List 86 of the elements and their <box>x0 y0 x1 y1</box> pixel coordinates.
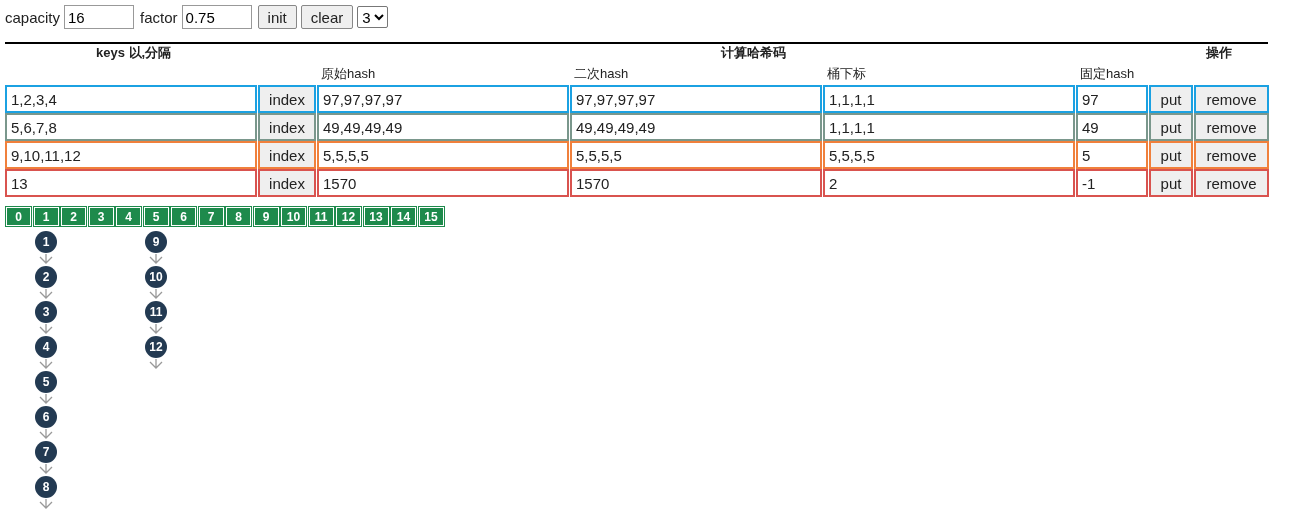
put-button[interactable]: put <box>1149 141 1193 169</box>
down-arrow-icon <box>39 464 53 474</box>
chain-node: 12 <box>145 336 167 358</box>
bucket-cell: 11 <box>308 207 334 226</box>
bucket-index-field[interactable]: 5,5,5,5 <box>823 141 1075 169</box>
fixed-hash-field[interactable]: 49 <box>1076 113 1148 141</box>
keys-field[interactable]: 5,6,7,8 <box>5 113 257 141</box>
fixed-hash-field[interactable]: 5 <box>1076 141 1148 169</box>
hash-field[interactable]: 49,49,49,49 <box>317 113 569 141</box>
chain-node: 1 <box>35 231 57 253</box>
count-dropdown[interactable]: 3 <box>357 6 389 28</box>
down-arrow-icon <box>39 289 53 299</box>
init-button[interactable]: init <box>257 5 297 29</box>
clear-button[interactable]: clear <box>300 5 354 29</box>
put-button[interactable]: put <box>1149 113 1193 141</box>
chain-node: 7 <box>35 441 57 463</box>
hash2-field[interactable]: 97,97,97,97 <box>570 85 822 113</box>
chain-node: 9 <box>145 231 167 253</box>
hash-field[interactable]: 5,5,5,5 <box>317 141 569 169</box>
column-subheader: 原始hash <box>320 65 377 83</box>
chain-node: 11 <box>145 301 167 323</box>
bucket-cell: 1 <box>33 207 59 226</box>
bucket-cell: 4 <box>116 207 141 226</box>
hash2-field[interactable]: 49,49,49,49 <box>570 113 822 141</box>
bucket-cell: 6 <box>171 207 196 226</box>
bucket-cell: 3 <box>88 207 114 226</box>
index-button[interactable]: index <box>258 169 316 197</box>
hash-field[interactable]: 1570 <box>317 169 569 197</box>
hash-field[interactable]: 97,97,97,97 <box>317 85 569 113</box>
bucket-cell: 0 <box>6 207 31 226</box>
down-arrow-icon <box>149 289 163 299</box>
remove-button[interactable]: remove <box>1194 113 1269 141</box>
chain-node: 10 <box>145 266 167 288</box>
capacity-label: capacity <box>5 8 61 26</box>
column-header: 操作 <box>1204 44 1233 62</box>
bucket-cell: 10 <box>281 207 306 226</box>
chain-node: 2 <box>35 266 57 288</box>
keys-field[interactable]: 13 <box>5 169 257 197</box>
chain-node: 6 <box>35 406 57 428</box>
bucket-cell: 15 <box>418 207 444 226</box>
index-button[interactable]: index <box>258 113 316 141</box>
column-subheader: 二次hash <box>573 65 630 83</box>
chain-node: 4 <box>35 336 57 358</box>
down-arrow-icon <box>149 359 163 369</box>
bucket-index-field[interactable]: 1,1,1,1 <box>823 113 1075 141</box>
put-button[interactable]: put <box>1149 85 1193 113</box>
bucket-index-field[interactable]: 1,1,1,1 <box>823 85 1075 113</box>
keys-field[interactable]: 9,10,11,12 <box>5 141 257 169</box>
bucket-cell: 12 <box>336 207 361 226</box>
column-subheader: 固定hash <box>1079 65 1136 83</box>
bucket-index-field[interactable]: 2 <box>823 169 1075 197</box>
column-header: keys 以,分隔 <box>95 44 173 62</box>
bucket-cell: 14 <box>391 207 416 226</box>
column-subheader: 桶下标 <box>826 65 867 83</box>
down-arrow-icon <box>39 499 53 509</box>
keys-field[interactable]: 1,2,3,4 <box>5 85 257 113</box>
bucket-cell: 7 <box>198 207 224 226</box>
chain-node: 8 <box>35 476 57 498</box>
down-arrow-icon <box>149 324 163 334</box>
chain-node: 3 <box>35 301 57 323</box>
down-arrow-icon <box>149 254 163 264</box>
bucket-cell: 2 <box>61 207 86 226</box>
bucket-cell: 13 <box>363 207 389 226</box>
column-header: 计算哈希码 <box>720 44 788 62</box>
down-arrow-icon <box>39 394 53 404</box>
index-button[interactable]: index <box>258 85 316 113</box>
fixed-hash-field[interactable]: 97 <box>1076 85 1148 113</box>
remove-button[interactable]: remove <box>1194 141 1269 169</box>
bucket-cell: 8 <box>226 207 251 226</box>
remove-button[interactable]: remove <box>1194 169 1269 197</box>
bucket-cell: 5 <box>143 207 169 226</box>
fixed-hash-field[interactable]: -1 <box>1076 169 1148 197</box>
factor-label: factor <box>140 8 178 26</box>
put-button[interactable]: put <box>1149 169 1193 197</box>
capacity-field[interactable]: 16 <box>64 5 135 29</box>
remove-button[interactable]: remove <box>1194 85 1269 113</box>
hash2-field[interactable]: 5,5,5,5 <box>570 141 822 169</box>
bucket-cell: 9 <box>253 207 279 226</box>
factor-field[interactable]: 0.75 <box>181 5 252 29</box>
index-button[interactable]: index <box>258 141 316 169</box>
hash2-field[interactable]: 1570 <box>570 169 822 197</box>
down-arrow-icon <box>39 324 53 334</box>
down-arrow-icon <box>39 254 53 264</box>
down-arrow-icon <box>39 359 53 369</box>
down-arrow-icon <box>39 429 53 439</box>
chain-node: 5 <box>35 371 57 393</box>
